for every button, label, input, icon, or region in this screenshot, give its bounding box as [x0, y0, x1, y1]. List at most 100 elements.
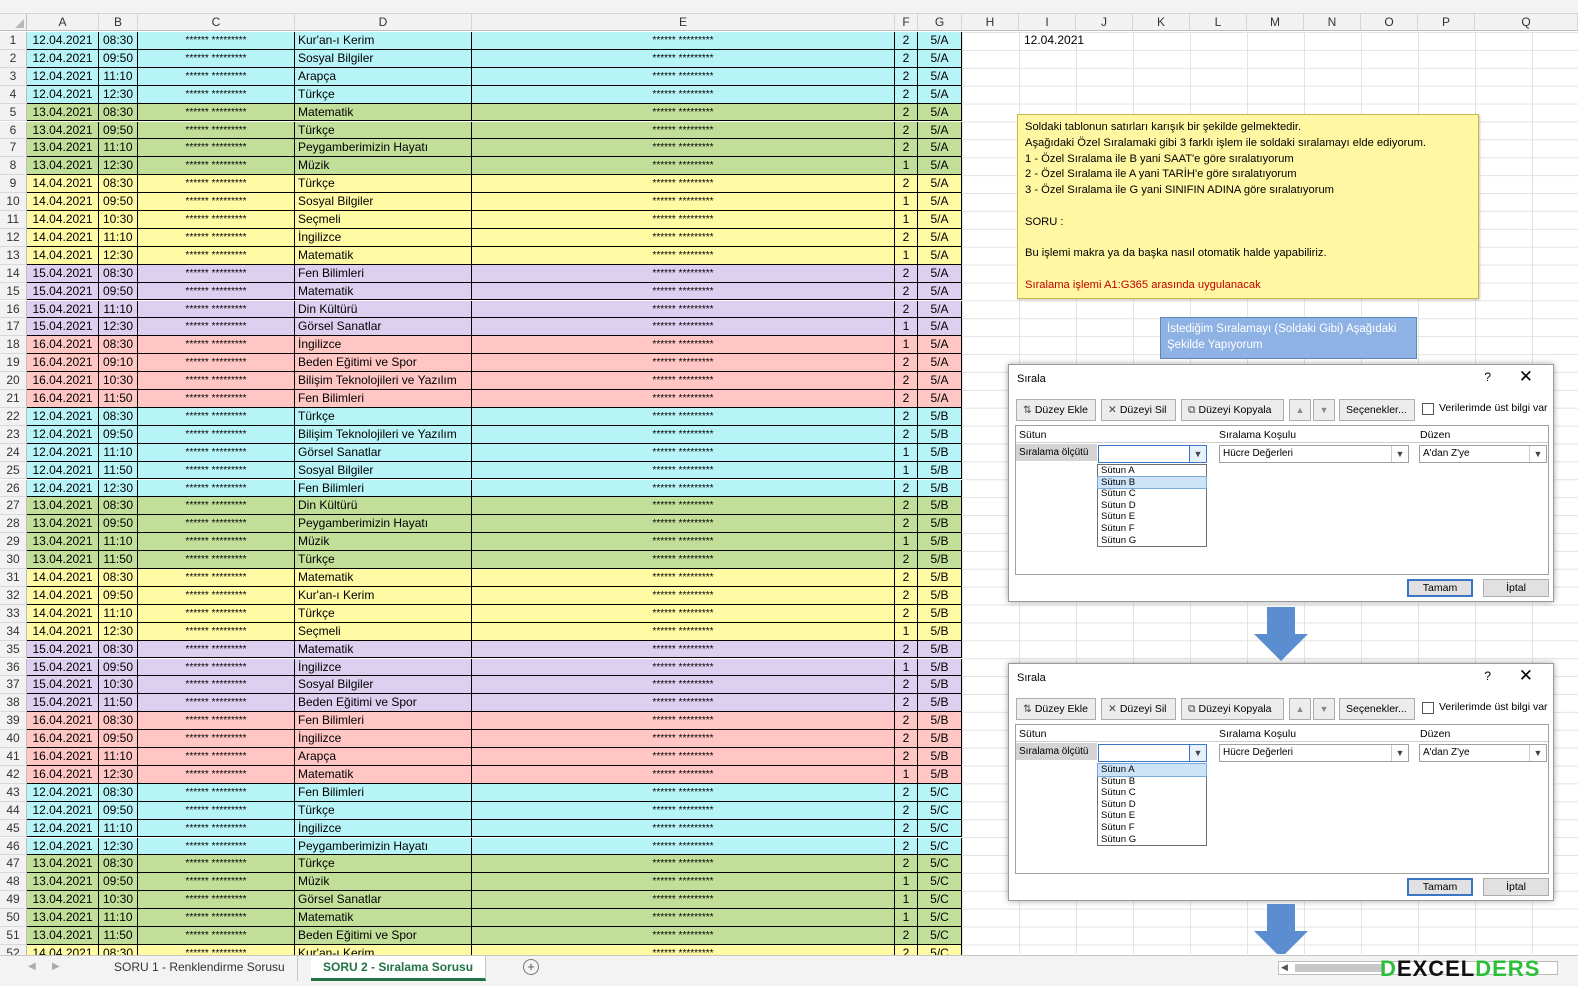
row-header[interactable]: 5	[0, 103, 27, 122]
cell-class[interactable]: 5/B	[918, 425, 962, 444]
row-header[interactable]: 32	[0, 586, 27, 605]
chevron-down-icon[interactable]: ▼	[1189, 446, 1206, 462]
cell-date[interactable]: 12.04.2021	[27, 49, 99, 68]
cell-masked[interactable]: ****** *********	[472, 32, 895, 50]
cell-time[interactable]: 10:30	[99, 891, 138, 910]
dropdown-option[interactable]: Sütun A	[1098, 465, 1206, 477]
add-sheet-icon[interactable]: +	[523, 959, 539, 975]
cell-class[interactable]: 5/B	[918, 730, 962, 748]
close-icon[interactable]: ✕	[1519, 666, 1533, 686]
cell-time[interactable]: 08:30	[99, 497, 138, 516]
cell-masked[interactable]: ****** *********	[138, 32, 295, 50]
cell-i1[interactable]: 12.04.2021	[1024, 33, 1084, 47]
cell-date[interactable]: 15.04.2021	[27, 282, 99, 301]
header-checkbox[interactable]	[1422, 702, 1434, 714]
row-header[interactable]: 38	[0, 694, 27, 713]
cell-date[interactable]: 16.04.2021	[27, 372, 99, 390]
cell-class[interactable]: 5/B	[918, 748, 962, 766]
cell-date[interactable]: 12.04.2021	[27, 801, 99, 820]
cell-lesson[interactable]: Fen Bilimleri	[295, 479, 472, 498]
cell-date[interactable]: 12.04.2021	[27, 819, 99, 838]
question-note[interactable]: Soldaki tablonun satırları karışık bir ş…	[1017, 114, 1479, 299]
cell-class[interactable]: 5/B	[918, 658, 962, 677]
column-header-j[interactable]: J	[1076, 14, 1133, 31]
cell-time[interactable]: 08:30	[99, 569, 138, 587]
row-header[interactable]: 10	[0, 193, 27, 211]
cell-masked[interactable]: ****** *********	[472, 855, 895, 874]
cell-class[interactable]: 5/C	[918, 891, 962, 910]
row-header[interactable]: 4	[0, 85, 27, 104]
cell-time[interactable]: 09:50	[99, 121, 138, 140]
cell-masked[interactable]: ****** *********	[472, 282, 895, 301]
cell-masked[interactable]: ****** *********	[138, 443, 295, 462]
cell-time[interactable]: 08:30	[99, 712, 138, 731]
column-select[interactable]: ▼	[1098, 744, 1207, 762]
cell-masked[interactable]: ****** *********	[472, 801, 895, 820]
cell-masked[interactable]: ****** *********	[472, 533, 895, 552]
cell-class[interactable]: 5/A	[918, 336, 962, 355]
cell-lesson[interactable]: Görsel Sanatlar	[295, 443, 472, 462]
cell-count[interactable]: 2	[895, 801, 918, 820]
cell-masked[interactable]: ****** *********	[472, 837, 895, 856]
row-header[interactable]: 1	[0, 32, 27, 50]
cell-count[interactable]: 2	[895, 407, 918, 426]
row-header[interactable]: 27	[0, 497, 27, 516]
cell-masked[interactable]: ****** *********	[138, 497, 295, 516]
cell-count[interactable]: 2	[895, 819, 918, 838]
cell-masked[interactable]: ****** *********	[472, 551, 895, 569]
cell-lesson[interactable]: Müzik	[295, 157, 472, 176]
cell-masked[interactable]: ****** *********	[472, 891, 895, 910]
cell-masked[interactable]: ****** *********	[138, 586, 295, 605]
cell-time[interactable]: 09:50	[99, 282, 138, 301]
cell-lesson[interactable]: Görsel Sanatlar	[295, 318, 472, 337]
cell-masked[interactable]: ****** *********	[472, 175, 895, 194]
cell-date[interactable]: 15.04.2021	[27, 318, 99, 337]
cell-lesson[interactable]: Matematik	[295, 765, 472, 784]
move-up-button[interactable]: ▲	[1289, 698, 1311, 720]
cell-class[interactable]: 5/A	[918, 139, 962, 158]
tab-soru-2[interactable]: SORU 2 - Sıralama Sorusu	[311, 956, 487, 981]
cell-count[interactable]: 2	[895, 497, 918, 516]
cell-time[interactable]: 08:30	[99, 407, 138, 426]
cell-lesson[interactable]: Türkçe	[295, 551, 472, 569]
ok-button[interactable]: Tamam	[1407, 878, 1473, 896]
cell-lesson[interactable]: Beden Eğitimi ve Spor	[295, 694, 472, 713]
cell-masked[interactable]: ****** *********	[472, 121, 895, 140]
row-header[interactable]: 23	[0, 425, 27, 444]
cell-time[interactable]: 11:10	[99, 748, 138, 766]
cell-lesson[interactable]: Bilişim Teknolojileri ve Yazılım	[295, 425, 472, 444]
cell-class[interactable]: 5/B	[918, 443, 962, 462]
row-header[interactable]: 22	[0, 407, 27, 426]
cell-time[interactable]: 11:10	[99, 67, 138, 86]
cell-time[interactable]: 11:10	[99, 300, 138, 319]
row-header[interactable]: 48	[0, 873, 27, 892]
cell-date[interactable]: 14.04.2021	[27, 228, 99, 247]
cell-time[interactable]: 09:10	[99, 354, 138, 373]
row-header[interactable]: 14	[0, 264, 27, 283]
dropdown-option[interactable]: Sütun G	[1098, 834, 1206, 846]
row-header[interactable]: 41	[0, 748, 27, 766]
cell-date[interactable]: 12.04.2021	[27, 425, 99, 444]
row-header[interactable]: 37	[0, 676, 27, 695]
dropdown-option[interactable]: Sütun A	[1097, 763, 1207, 777]
row-header[interactable]: 50	[0, 909, 27, 927]
cell-masked[interactable]: ****** *********	[472, 569, 895, 587]
cell-masked[interactable]: ****** *********	[472, 873, 895, 892]
cell-masked[interactable]: ****** *********	[472, 425, 895, 444]
cell-class[interactable]: 5/A	[918, 211, 962, 229]
header-checkbox[interactable]	[1422, 403, 1434, 415]
cell-time[interactable]: 08:30	[99, 175, 138, 194]
cell-lesson[interactable]: Seçmeli	[295, 211, 472, 229]
cell-class[interactable]: 5/A	[918, 32, 962, 50]
cell-class[interactable]: 5/A	[918, 49, 962, 68]
cell-masked[interactable]: ****** *********	[472, 497, 895, 516]
tab-soru-1[interactable]: SORU 1 - Renklendirme Sorusu	[102, 956, 298, 981]
cell-date[interactable]: 16.04.2021	[27, 354, 99, 373]
cell-class[interactable]: 5/A	[918, 372, 962, 390]
cell-class[interactable]: 5/A	[918, 282, 962, 301]
cell-masked[interactable]: ****** *********	[472, 676, 895, 695]
cell-date[interactable]: 15.04.2021	[27, 658, 99, 677]
cell-date[interactable]: 13.04.2021	[27, 157, 99, 176]
cell-masked[interactable]: ****** *********	[472, 103, 895, 122]
cell-date[interactable]: 12.04.2021	[27, 783, 99, 802]
